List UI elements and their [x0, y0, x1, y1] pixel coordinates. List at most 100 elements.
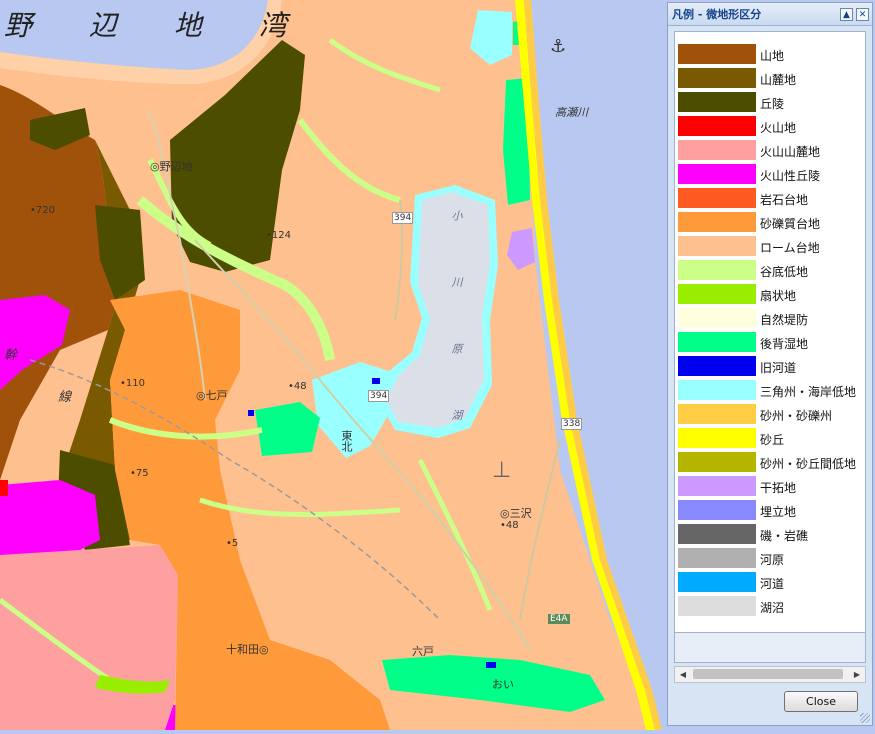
legend-label: 湖沼 [760, 601, 785, 615]
legend-swatch [678, 428, 756, 448]
elevation-75: •75 [130, 468, 149, 479]
legend-label: 砂州・砂礫州 [760, 409, 833, 423]
bay-label: 野 辺 地 湾 [4, 9, 311, 42]
legend-item: 火山山麓地 [675, 139, 865, 163]
route-shield-e4a: E4A [548, 614, 570, 624]
legend-item: 岩石台地 [675, 187, 865, 211]
legend-blank-area [674, 633, 866, 663]
legend-item: 湖沼 [675, 595, 865, 619]
elevation-48-west: •48 [288, 381, 307, 392]
elevation-48-east: •48 [500, 520, 519, 531]
legend-label: 自然堤防 [760, 313, 809, 327]
legend-label: ローム台地 [760, 241, 820, 255]
legend-header: 凡例 - 微地形区分 ▲ ✕ [668, 3, 872, 26]
legend-swatch [678, 572, 756, 592]
legend-item: 河原 [675, 547, 865, 571]
legend-item: 後背湿地 [675, 331, 865, 355]
legend-label: 火山性丘陵 [760, 169, 821, 183]
old-channel-2 [486, 662, 496, 668]
old-channel-1 [372, 378, 380, 384]
place-shichinohe: ◎七戸 [196, 389, 228, 402]
legend-swatch [678, 92, 756, 112]
legend-label: 谷底低地 [760, 265, 809, 279]
old-channel-3 [248, 410, 254, 416]
legend-label: 砂礫質台地 [760, 217, 821, 231]
legend-label: 火山地 [760, 121, 797, 135]
close-icon[interactable]: ✕ [856, 7, 869, 21]
legend-swatch [678, 356, 756, 376]
legend-label: 山地 [760, 49, 785, 63]
legend-swatch [678, 260, 756, 280]
route-shield-338: 338 [561, 418, 583, 430]
legend-label: 干拓地 [760, 481, 797, 495]
legend-label: 扇状地 [760, 289, 797, 303]
label-sen: 線 [58, 390, 72, 405]
legend-swatch [678, 380, 756, 400]
legend-swatch [678, 548, 756, 568]
place-noheji: ◎野辺地 [150, 160, 193, 173]
route-shield-394-north: 394 [392, 212, 414, 224]
legend-item: 埋立地 [675, 499, 865, 523]
elevation-720: •720 [30, 205, 55, 216]
route-shield-394-south: 394 [368, 390, 390, 402]
legend-item: 谷底低地 [675, 259, 865, 283]
legend-swatch [678, 452, 756, 472]
legend-swatch [678, 284, 756, 304]
collapse-icon[interactable]: ▲ [840, 7, 853, 21]
legend-item: 丘陵 [675, 91, 865, 115]
legend-swatch [678, 308, 756, 328]
legend-item: 河道 [675, 571, 865, 595]
legend-swatch [678, 596, 756, 616]
zone-volcanic-piedmont [0, 545, 178, 730]
elevation-110: •110 [120, 378, 145, 389]
legend-swatch [678, 68, 756, 88]
place-oirase: おい [492, 678, 514, 691]
close-button[interactable]: Close [784, 691, 858, 712]
legend-swatch [678, 524, 756, 544]
elevation-124: •124 [266, 230, 291, 241]
legend-item: 砂丘 [675, 427, 865, 451]
legend-panel: 凡例 - 微地形区分 ▲ ✕ 山地山麓地丘陵火山地火山山麓地火山性丘陵岩石台地砂… [667, 2, 873, 726]
horizontal-scrollbar[interactable]: ◀ ▶ [674, 666, 866, 683]
scrollbar-thumb[interactable] [693, 669, 843, 679]
legend-item: 砂礫質台地 [675, 211, 865, 235]
legend-swatch [678, 212, 756, 232]
scroll-left-icon[interactable]: ◀ [675, 667, 691, 682]
legend-swatch [678, 404, 756, 424]
legend-item: 山麓地 [675, 67, 865, 91]
legend-label: 後背湿地 [760, 337, 809, 351]
legend-label: 埋立地 [760, 505, 797, 519]
place-misawa: ◎三沢 [500, 507, 532, 520]
label-takase-river: 高瀬川 [555, 106, 588, 119]
legend-item: ローム台地 [675, 235, 865, 259]
legend-item: 扇状地 [675, 283, 865, 307]
legend-item: 砂州・砂丘間低地 [675, 451, 865, 475]
scroll-right-icon[interactable]: ▶ [849, 667, 865, 682]
legend-label: 三角州・海岸低地 [760, 385, 857, 399]
legend-item: 火山性丘陵 [675, 163, 865, 187]
label-lake-ogawara: 小 川 原 湖 [450, 210, 463, 447]
legend-list[interactable]: 山地山麓地丘陵火山地火山山麓地火山性丘陵岩石台地砂礫質台地ローム台地谷底低地扇状… [674, 31, 866, 633]
label-kan: 幹 [4, 348, 18, 363]
legend-item: 自然堤防 [675, 307, 865, 331]
legend-item: 旧河道 [675, 355, 865, 379]
legend-swatch [678, 116, 756, 136]
military-base-icon: ⊥ [492, 458, 512, 483]
legend-swatch [678, 140, 756, 160]
legend-label: 磯・岩礁 [760, 529, 809, 543]
legend-title: 凡例 - 微地形区分 [672, 8, 762, 21]
resize-grip-icon[interactable] [860, 713, 870, 723]
legend-item: 三角州・海岸低地 [675, 379, 865, 403]
legend-swatch [678, 44, 756, 64]
legend-swatch [678, 188, 756, 208]
legend-label: 旧河道 [760, 361, 797, 375]
legend-item: 砂州・砂礫州 [675, 403, 865, 427]
legend-label: 丘陵 [760, 97, 785, 111]
elevation-5: •5 [226, 538, 239, 549]
legend-label: 砂州・砂丘間低地 [760, 457, 857, 471]
place-towada: 十和田◎ [226, 643, 269, 656]
legend-label: 河道 [760, 577, 785, 591]
place-tohoku: 東北 [340, 430, 353, 452]
legend-swatch [678, 236, 756, 256]
legend-label: 砂丘 [760, 433, 785, 447]
